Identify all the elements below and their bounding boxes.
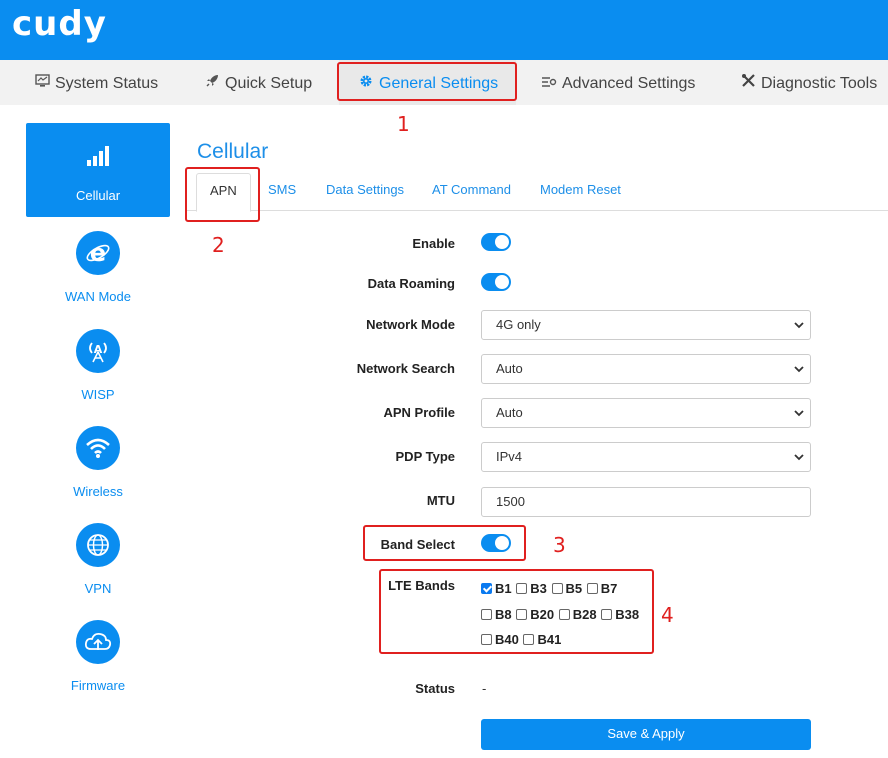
sidebar-item-vpn[interactable]: VPN [26, 523, 170, 596]
tab-bar: APN SMS Data Settings AT Command Modem R… [185, 166, 888, 212]
chevron-down-icon [794, 311, 804, 350]
annotation-number-2: 2 [212, 233, 225, 257]
internet-explorer-icon: e [76, 231, 120, 275]
enable-toggle[interactable] [481, 233, 511, 251]
mtu-input[interactable]: 1500 [481, 487, 811, 517]
nav-label: System Status [55, 75, 159, 92]
chevron-down-icon [794, 399, 804, 438]
nav-system-status[interactable]: System Status [33, 60, 158, 105]
tab-sms[interactable]: SMS [268, 166, 296, 211]
pdp-type-label: PDP Type [395, 449, 455, 464]
sidebar-item-label: VPN [84, 581, 112, 596]
rocket-icon [203, 60, 221, 107]
sidebar-item-label: Firmware [70, 678, 126, 693]
annotation-number-4: 4 [661, 603, 674, 627]
sliders-icon [540, 60, 558, 107]
network-mode-label: Network Mode [366, 317, 455, 332]
apn-profile-select[interactable]: Auto [481, 398, 811, 428]
pdp-type-select[interactable]: IPv4 [481, 442, 811, 472]
tab-data-settings[interactable]: Data Settings [326, 166, 404, 211]
annotation-box-4 [379, 569, 654, 654]
sidebar-item-label: WISP [81, 387, 115, 402]
nav-quick-setup[interactable]: Quick Setup [203, 60, 312, 105]
tab-at-command[interactable]: AT Command [432, 166, 511, 211]
data-roaming-label: Data Roaming [367, 276, 455, 291]
data-roaming-toggle[interactable] [481, 273, 511, 291]
network-search-label: Network Search [356, 361, 455, 376]
svg-text:e: e [90, 240, 106, 266]
annotation-number-1: 1 [397, 112, 410, 136]
network-mode-select[interactable]: 4G only [481, 310, 811, 340]
nav-label: Advanced Settings [562, 75, 696, 92]
sidebar-item-label: WAN Mode [65, 289, 131, 304]
apn-profile-value: Auto [496, 405, 523, 420]
annotation-box-3 [363, 525, 526, 561]
wifi-icon [76, 426, 120, 470]
save-apply-button[interactable]: Save & Apply [481, 719, 811, 750]
tools-icon [739, 60, 757, 107]
cloud-upload-icon [76, 620, 120, 664]
nav-label: Quick Setup [225, 75, 313, 92]
page-title: Cellular [197, 140, 269, 163]
sidebar-item-firmware[interactable]: Firmware [26, 620, 170, 693]
tab-modem-reset[interactable]: Modem Reset [540, 166, 621, 211]
sidebar-item-wan-mode[interactable]: e WAN Mode [26, 231, 170, 304]
nav-advanced-settings[interactable]: Advanced Settings [540, 60, 695, 105]
monitor-icon [33, 60, 51, 107]
apn-profile-label: APN Profile [383, 405, 455, 420]
mtu-label: MTU [426, 493, 455, 508]
status-label: Status [415, 681, 455, 696]
chevron-down-icon [794, 355, 804, 394]
pdp-type-value: IPv4 [496, 449, 523, 464]
header-bar: cudy [0, 0, 888, 60]
nav-diagnostic-tools[interactable]: Diagnostic Tools [739, 60, 877, 105]
enable-label: Enable [412, 236, 455, 251]
network-mode-value: 4G only [496, 317, 541, 332]
sidebar-item-wisp[interactable]: A WISP [26, 329, 170, 402]
antenna-icon: A [76, 329, 120, 373]
annotation-box-2 [185, 167, 260, 222]
annotation-number-3: 3 [553, 533, 566, 557]
signal-bars-icon [26, 123, 170, 172]
network-search-value: Auto [496, 361, 523, 376]
cudy-logo[interactable]: cudy [12, 4, 107, 44]
chevron-down-icon [794, 443, 804, 482]
sidebar-item-label: Wireless [73, 484, 123, 499]
globe-icon [76, 523, 120, 567]
nav-label: Diagnostic Tools [761, 75, 878, 92]
sidebar-item-label: Cellular [75, 188, 121, 203]
status-value: - [482, 681, 487, 696]
annotation-box-1 [337, 62, 517, 101]
sidebar-item-wireless[interactable]: Wireless [26, 426, 170, 499]
network-search-select[interactable]: Auto [481, 354, 811, 384]
sidebar-item-cellular[interactable]: Cellular [26, 123, 170, 217]
